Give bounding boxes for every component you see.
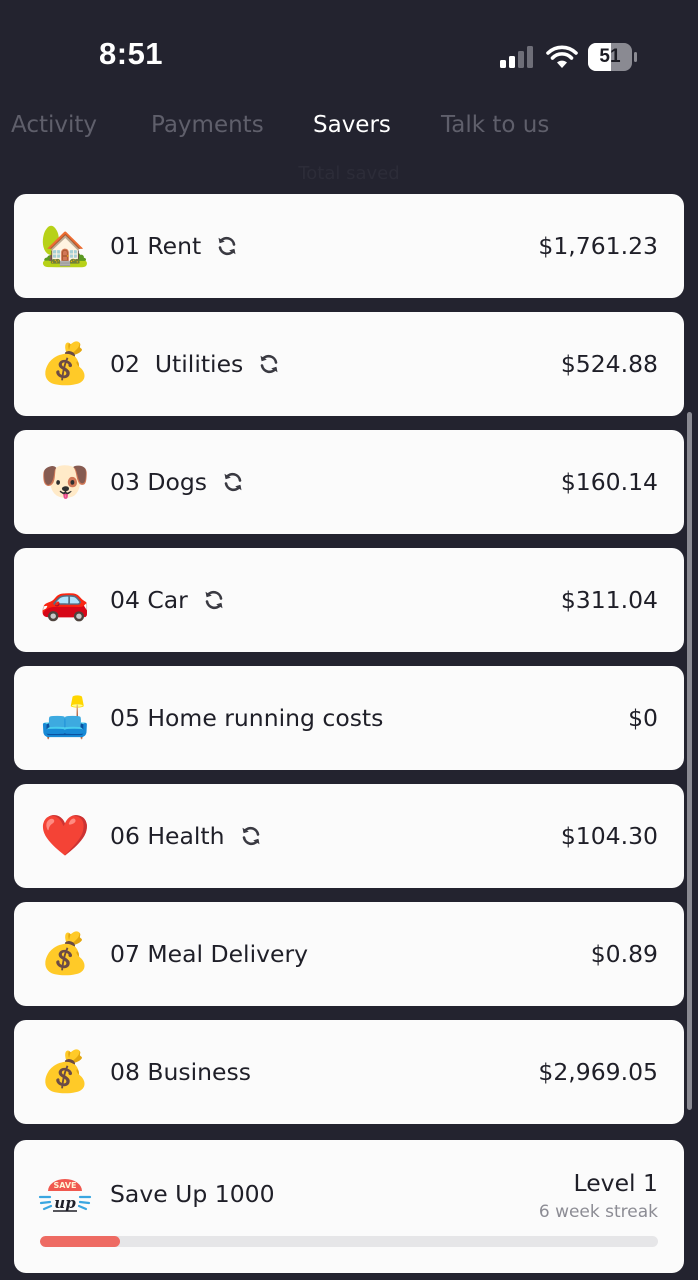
saver-name-container: 01 Rent xyxy=(110,194,239,298)
recurring-sync-icon xyxy=(218,236,236,255)
saver-card-save-up-1000[interactable]: SAVE up Save Up 1000 Level 1 6 week stre… xyxy=(14,1140,684,1273)
saver-card-car[interactable]: 🚗 04 Car $311.04 xyxy=(14,548,684,652)
battery-icon: 51 xyxy=(588,43,638,71)
tab-payments[interactable]: Payments xyxy=(151,112,264,138)
house-with-garden-icon: 🏡 xyxy=(40,223,90,269)
recurring-sync-icon xyxy=(205,590,223,609)
saver-card-dogs[interactable]: 🐶 03 Dogs $160.14 xyxy=(14,430,684,534)
saver-name: 07 Meal Delivery xyxy=(110,940,309,968)
dog-face-icon: 🐶 xyxy=(40,459,90,505)
tab-savers[interactable]: Savers xyxy=(313,112,391,138)
car-icon: 🚗 xyxy=(40,577,90,623)
saver-name-container: 05 Home running costs xyxy=(110,666,383,770)
top-tabs: Activity Payments Savers Talk to us xyxy=(0,112,698,152)
saver-name-container: 04 Car xyxy=(110,548,226,652)
recurring-sync-icon xyxy=(260,354,278,373)
saver-name-container: 02 Utilities xyxy=(110,312,281,416)
red-heart-icon: ❤️ xyxy=(40,813,90,859)
saver-card-business[interactable]: 💰 08 Business $2,969.05 xyxy=(14,1020,684,1124)
save-up-logo: SAVE up xyxy=(38,1179,92,1212)
recurring-sync-icon xyxy=(242,826,260,845)
saver-amount: $1,761.23 xyxy=(538,232,658,260)
money-bag-icon: 💰 xyxy=(40,341,90,387)
battery-level: 51 xyxy=(599,46,621,67)
goal-level: Level 1 xyxy=(573,1169,658,1197)
saver-name-container: 08 Business xyxy=(110,1020,251,1124)
couch-and-lamp-icon: 🛋️ xyxy=(40,695,90,741)
wifi-icon xyxy=(546,45,578,68)
saver-name: 04 Car xyxy=(110,586,188,614)
saver-card-home-running-costs[interactable]: 🛋️ 05 Home running costs $0 xyxy=(14,666,684,770)
saver-name: 06 Health xyxy=(110,822,225,850)
goal-name: Save Up 1000 xyxy=(110,1180,275,1208)
scrollbar[interactable] xyxy=(687,412,692,1110)
saver-amount: $311.04 xyxy=(560,586,658,614)
saver-name: 05 Home running costs xyxy=(110,704,384,732)
saver-name: 08 Business xyxy=(110,1058,251,1086)
saver-name: 01 Rent xyxy=(110,232,202,260)
saver-card-rent[interactable]: 🏡 01 Rent $1,761.23 xyxy=(14,194,684,298)
tab-activity[interactable]: Activity xyxy=(11,112,97,138)
goal-streak: 6 week streak xyxy=(538,1202,658,1222)
cellular-signal-icon xyxy=(500,46,533,68)
total-saved-label: Total saved xyxy=(298,163,400,184)
saver-card-meal-delivery[interactable]: 💰 07 Meal Delivery $0.89 xyxy=(14,902,684,1006)
save-up-logo-bottom-text: up xyxy=(54,1194,76,1212)
saver-amount: $160.14 xyxy=(560,468,658,496)
saver-card-health[interactable]: ❤️ 06 Health $104.30 xyxy=(14,784,684,888)
goal-progress-fill xyxy=(40,1236,121,1247)
money-bag-icon: 💰 xyxy=(40,931,90,977)
money-bag-icon: 💰 xyxy=(40,1049,90,1095)
saver-name: 03 Dogs xyxy=(110,468,208,496)
saver-card-utilities[interactable]: 💰 02 Utilities $524.88 xyxy=(14,312,684,416)
saver-amount: $524.88 xyxy=(560,350,658,378)
saver-name-container: 03 Dogs xyxy=(110,430,245,534)
saver-name-container: 07 Meal Delivery xyxy=(110,902,308,1006)
saver-amount: $0.89 xyxy=(590,940,658,968)
goal-progress-bar xyxy=(40,1236,658,1247)
saver-amount: $2,969.05 xyxy=(538,1058,658,1086)
tab-talk-to-us[interactable]: Talk to us xyxy=(441,112,549,138)
saver-name-container: 06 Health xyxy=(110,784,263,888)
savers-screen: 8:51 51 Activity Payments Savers Talk to… xyxy=(0,0,698,1280)
status-time: 8:51 xyxy=(99,36,164,71)
status-bar: 8:51 51 xyxy=(0,0,698,100)
recurring-sync-icon xyxy=(224,472,242,491)
saver-name: 02 Utilities xyxy=(110,350,244,378)
saver-amount: $0 xyxy=(628,704,658,732)
saver-amount: $104.30 xyxy=(560,822,658,850)
save-up-logo-top-text: SAVE xyxy=(53,1181,76,1190)
